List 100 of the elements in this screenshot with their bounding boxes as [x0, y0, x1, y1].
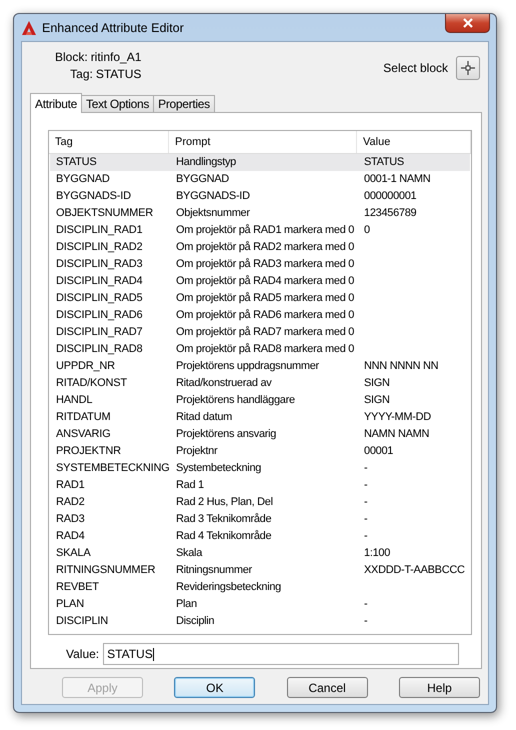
tag-cell-text: PLAN	[55, 597, 85, 612]
prompt-cell-text: Om projektör på RAD3 markera med 0	[175, 257, 356, 272]
table-row[interactable]: RITDATUM Ritad datum YYYY-MM-DD	[50, 409, 470, 426]
tab[interactable]: Text Options	[81, 95, 154, 112]
crosshair-icon	[460, 60, 476, 76]
table-row[interactable]: DISCIPLIN_RAD8 Om projektör på RAD8 markera med 0	[50, 341, 470, 358]
tag-cell-text: RITAD/KONST	[55, 376, 128, 391]
prompt-cell-text: Om projektör på RAD7 markera med 0	[175, 325, 356, 340]
dialog-button[interactable]: Help	[398, 677, 480, 698]
tag-cell-text: OBJEKTSNUMMER	[55, 206, 154, 221]
value-cell-text: -	[363, 614, 368, 629]
value-cell-text: -	[363, 512, 368, 527]
table-row[interactable]: DISCIPLIN_RAD6 Om projektör på RAD6 markera med 0	[50, 307, 470, 324]
value-cell-text: SIGN	[363, 376, 391, 391]
prompt-cell-text: Objektsnummer	[175, 206, 251, 221]
tag-cell-text: DISCIPLIN_RAD3	[55, 257, 144, 272]
tag-label: Tag:	[70, 67, 93, 81]
table-row[interactable]: STATUS Handlingstyp STATUS	[50, 154, 470, 171]
table-row[interactable]: RAD2 Rad 2 Hus, Plan, Del -	[50, 494, 470, 511]
select-block-button[interactable]	[456, 56, 480, 80]
tag-cell-text: RAD2	[55, 495, 86, 510]
tag-cell-text: DISCIPLIN_RAD8	[55, 342, 144, 357]
prompt-cell-text: Rad 2 Hus, Plan, Del	[175, 495, 274, 510]
tag-cell-text: RAD4	[55, 529, 86, 544]
prompt-cell-text: Revideringsbeteckning	[175, 580, 282, 595]
table-row[interactable]: DISCIPLIN Disciplin -	[50, 613, 470, 630]
table-row[interactable]: RAD3 Rad 3 Teknikområde -	[50, 511, 470, 528]
tag-cell-text: REVBET	[55, 580, 100, 595]
table-row[interactable]: DISCIPLIN_RAD3 Om projektör på RAD3 markera med 0	[50, 256, 470, 273]
prompt-cell-text: Projektörens ansvarig	[175, 427, 278, 442]
tag-cell-text: PROJEKTNR	[55, 444, 122, 459]
table-row[interactable]: SYSTEMBETECKNING Systembeteckning -	[50, 460, 470, 477]
table-row[interactable]: RITAD/KONST Ritad/konstruerad av SIGN	[50, 375, 470, 392]
column-header[interactable]: Value	[357, 131, 471, 153]
table-row[interactable]: PROJEKTNR Projektnr 00001	[50, 443, 470, 460]
prompt-cell-text: Om projektör på RAD5 markera med 0	[175, 291, 356, 306]
tag-cell-text: RAD1	[55, 478, 86, 493]
prompt-cell-text: Om projektör på RAD2 markera med 0	[175, 240, 356, 255]
value-cell-text: 0	[363, 223, 371, 238]
table-row[interactable]: UPPDR_NR Projektörens uppdragsnummer NNN NNNN NN	[50, 358, 470, 375]
table-row[interactable]: PLAN Plan -	[50, 596, 470, 613]
prompt-cell-text: Rad 4 Teknikområde	[175, 529, 272, 544]
tag-cell-text: HANDL	[55, 393, 94, 408]
column-header[interactable]: Prompt	[169, 131, 357, 153]
prompt-cell-text: Projektörens uppdragsnummer	[175, 359, 320, 374]
tag-cell-text: STATUS	[55, 155, 98, 170]
value-cell-text: SIGN	[363, 393, 391, 408]
column-header[interactable]: Tag	[49, 131, 169, 153]
dialog-button[interactable]: OK	[174, 677, 256, 698]
tag-cell-text: DISCIPLIN_RAD1	[55, 223, 144, 238]
value-cell-text: 123456789	[363, 206, 418, 221]
tag-cell-text: RITNINGSNUMMER	[55, 563, 156, 578]
tag-cell-text: UPPDR_NR	[55, 359, 116, 374]
window-title: Enhanced Attribute Editor	[42, 20, 185, 34]
table-row[interactable]: RITNINGSNUMMER Ritningsnummer XXDDD-T-AABBCCC	[50, 562, 470, 579]
table-row[interactable]: RAD4 Rad 4 Teknikområde -	[50, 528, 470, 545]
table-row[interactable]: ANSVARIG Projektörens ansvarig NAMN NAMN	[50, 426, 470, 443]
table-row[interactable]: DISCIPLIN_RAD2 Om projektör på RAD2 markera med 0	[50, 239, 470, 256]
table-row[interactable]: SKALA Skala 1:100	[50, 545, 470, 562]
close-button[interactable]	[445, 14, 490, 33]
close-icon	[462, 18, 472, 28]
table-row[interactable]: DISCIPLIN_RAD4 Om projektör på RAD4 markera med 0	[50, 273, 470, 290]
tag-cell-text: BYGGNAD	[55, 172, 111, 187]
tag-cell-text: DISCIPLIN_RAD7	[55, 325, 144, 340]
value-cell-text: -	[363, 461, 368, 476]
prompt-cell-text: Rad 1	[175, 478, 205, 493]
tag-cell-text: DISCIPLIN	[55, 614, 109, 629]
prompt-cell-text: Om projektör på RAD1 markera med 0	[175, 223, 356, 238]
tag-cell-text: DISCIPLIN_RAD4	[55, 274, 144, 289]
value-cell-text: YYYY-MM-DD	[363, 410, 432, 425]
table-row[interactable]: DISCIPLIN_RAD7 Om projektör på RAD7 markera med 0	[50, 324, 470, 341]
tag-cell-text: SKALA	[55, 546, 92, 561]
dialog-button[interactable]: Cancel	[286, 677, 368, 698]
table-row[interactable]: RAD1 Rad 1 -	[50, 477, 470, 494]
value-cell-text: 0001-1 NAMN	[363, 172, 432, 187]
table-row[interactable]: BYGGNAD BYGGNAD 0001-1 NAMN	[50, 171, 470, 188]
prompt-cell-text: Om projektör på RAD8 markera med 0	[175, 342, 356, 357]
value-cell-text: -	[363, 478, 368, 493]
table-row[interactable]: OBJEKTSNUMMER Objektsnummer 123456789	[50, 205, 470, 222]
tab[interactable]: Attribute	[30, 93, 82, 113]
table-row[interactable]: DISCIPLIN_RAD1 Om projektör på RAD1 markera med 0 0	[50, 222, 470, 239]
value-cell-text: -	[363, 597, 368, 612]
table-row[interactable]: DISCIPLIN_RAD5 Om projektör på RAD5 markera med 0	[50, 290, 470, 307]
tag-cell-text: DISCIPLIN_RAD6	[55, 308, 144, 323]
table-row[interactable]: HANDL Projektörens handläggare SIGN	[50, 392, 470, 409]
tab[interactable]: Properties	[153, 95, 215, 112]
prompt-cell-text: Ritad/konstruerad av	[175, 376, 273, 391]
table-row[interactable]: BYGGNADS-ID BYGGNADS-ID 000000001	[50, 188, 470, 205]
value-cell-text: 1:100	[363, 546, 392, 561]
table-row[interactable]: REVBET Revideringsbeteckning	[50, 579, 470, 596]
prompt-cell-text: Skala	[175, 546, 204, 561]
prompt-cell-text: Projektörens handläggare	[175, 393, 296, 408]
value-cell-text: NNN NNNN NN	[363, 359, 440, 374]
prompt-cell-text: Systembeteckning	[175, 461, 262, 476]
prompt-cell-text: Rad 3 Teknikområde	[175, 512, 272, 527]
value-input-field[interactable]: STATUS	[103, 643, 460, 665]
prompt-cell-text: Disciplin	[175, 614, 216, 629]
tag-cell-text: SYSTEMBETECKNING	[55, 461, 170, 476]
tag-name: STATUS	[96, 67, 142, 81]
prompt-cell-text: Handlingstyp	[175, 155, 237, 170]
